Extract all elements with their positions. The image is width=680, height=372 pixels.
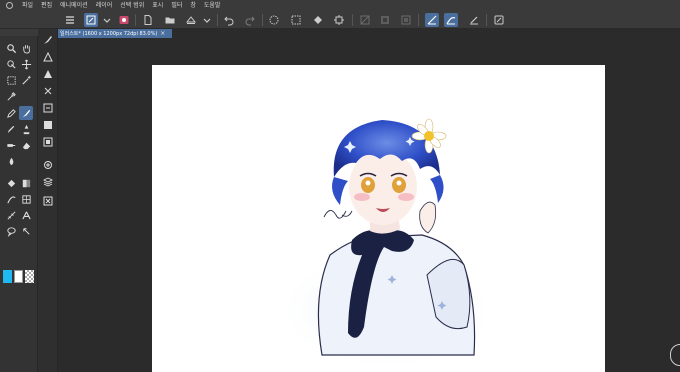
thick-paint-icon[interactable] bbox=[42, 102, 54, 114]
menu-bar: 파일 편집 애니메이션 레이어 선택 범위 표시 필터 창 도움말 bbox=[0, 0, 680, 11]
hand-icon[interactable] bbox=[19, 41, 33, 55]
text-icon[interactable] bbox=[19, 208, 33, 222]
ruler-icon[interactable] bbox=[4, 208, 18, 222]
app-window: 파일 편집 애니메이션 레이어 선택 범위 표시 필터 창 도움말 일러스트* … bbox=[0, 0, 680, 372]
app-icon[interactable] bbox=[117, 13, 131, 27]
app-logo-icon[interactable] bbox=[0, 0, 18, 11]
hide-selection-icon[interactable] bbox=[358, 13, 372, 27]
tool-palette-header bbox=[0, 29, 38, 36]
fill-icon[interactable] bbox=[4, 176, 18, 190]
clear-outside-icon[interactable] bbox=[289, 13, 303, 27]
opaque-brush-icon[interactable] bbox=[42, 68, 54, 80]
menu-selection[interactable]: 선택 범위 bbox=[116, 0, 148, 11]
tool-palette bbox=[0, 29, 38, 372]
transparent-color-swatch[interactable] bbox=[25, 270, 34, 283]
canvas-paper[interactable] bbox=[152, 65, 605, 372]
auto-select-icon[interactable] bbox=[19, 73, 33, 87]
menu-edit[interactable]: 편집 bbox=[37, 0, 56, 11]
frame-border-icon[interactable] bbox=[19, 192, 33, 206]
correct-line-icon[interactable] bbox=[19, 224, 33, 238]
pencil-icon[interactable] bbox=[4, 122, 18, 136]
invert-selection-icon[interactable] bbox=[378, 13, 392, 27]
dropdown-icon[interactable] bbox=[100, 13, 114, 27]
balloon-icon[interactable] bbox=[4, 224, 18, 238]
new-file-icon[interactable] bbox=[141, 13, 155, 27]
ink-brush-icon[interactable] bbox=[42, 85, 54, 97]
fill-bucket-icon[interactable] bbox=[19, 122, 33, 136]
close-tab-icon[interactable]: × bbox=[160, 30, 165, 37]
undo-icon[interactable] bbox=[222, 13, 236, 27]
snap-ruler-icon[interactable] bbox=[425, 13, 439, 27]
save-dropdown-icon[interactable] bbox=[200, 13, 214, 27]
menu-filter[interactable]: 필터 bbox=[167, 0, 186, 11]
command-bar bbox=[0, 11, 680, 29]
menu-view[interactable]: 표시 bbox=[148, 0, 167, 11]
canvas-workspace[interactable] bbox=[58, 38, 680, 372]
menu-window[interactable]: 창 bbox=[186, 0, 200, 11]
sub-tool-palette bbox=[38, 29, 58, 372]
menu-help[interactable]: 도움말 bbox=[200, 0, 225, 11]
selection-icon[interactable] bbox=[4, 73, 18, 87]
snap-special-icon[interactable] bbox=[467, 13, 481, 27]
layer-settings-icon[interactable] bbox=[492, 13, 506, 27]
menu-layer[interactable]: 레이어 bbox=[92, 0, 117, 11]
delete-subtool-icon[interactable] bbox=[42, 195, 54, 207]
figure-icon[interactable] bbox=[4, 192, 18, 206]
gradient-icon[interactable] bbox=[19, 176, 33, 190]
clear-icon[interactable] bbox=[267, 13, 281, 27]
document-tab[interactable]: 일러스트* (1600 x 1200px 72dpi 83.0%) × bbox=[58, 29, 172, 38]
open-folder-icon[interactable] bbox=[163, 13, 177, 27]
menu-file[interactable]: 파일 bbox=[18, 0, 37, 11]
material-add-icon[interactable] bbox=[42, 159, 54, 171]
watercolor-brush-icon[interactable] bbox=[42, 51, 54, 63]
airbrush-icon[interactable] bbox=[4, 138, 18, 152]
brush-icon[interactable] bbox=[19, 106, 33, 120]
operation-icon[interactable] bbox=[4, 57, 18, 71]
new-canvas-button[interactable] bbox=[84, 13, 98, 27]
zoom-icon[interactable] bbox=[4, 41, 18, 55]
move-layer-icon[interactable] bbox=[19, 57, 33, 71]
hamburger-icon[interactable] bbox=[63, 13, 77, 27]
brush-subtool-icon[interactable] bbox=[42, 34, 54, 46]
main-color-swatch[interactable] bbox=[3, 270, 12, 283]
texture-brush-icon[interactable] bbox=[42, 136, 54, 148]
eyedropper-icon[interactable] bbox=[4, 89, 18, 103]
sub-color-swatch[interactable] bbox=[14, 270, 23, 283]
blend-icon[interactable] bbox=[4, 154, 18, 168]
document-tab-title: 일러스트* (1600 x 1200px 72dpi 83.0%) bbox=[60, 31, 158, 37]
eraser-icon[interactable] bbox=[19, 138, 33, 152]
material-layers-icon[interactable] bbox=[42, 176, 54, 188]
redo-icon[interactable] bbox=[243, 13, 257, 27]
snap-grid-icon[interactable] bbox=[444, 13, 458, 27]
document-tab-bar: 일러스트* (1600 x 1200px 72dpi 83.0%) × bbox=[58, 29, 680, 38]
save-icon[interactable] bbox=[184, 13, 198, 27]
fill-icon[interactable] bbox=[311, 13, 325, 27]
oil-paint-icon[interactable] bbox=[42, 119, 54, 131]
canvas-artwork bbox=[287, 118, 487, 365]
transform-icon[interactable] bbox=[332, 13, 346, 27]
menu-animation[interactable]: 애니메이션 bbox=[56, 0, 92, 11]
expand-selection-icon[interactable] bbox=[399, 13, 413, 27]
pen-icon[interactable] bbox=[4, 106, 18, 120]
